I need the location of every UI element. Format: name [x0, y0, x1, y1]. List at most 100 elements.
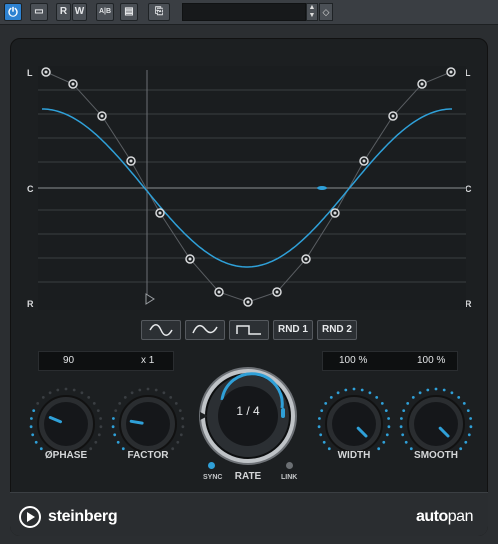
knob-ring-dot [450, 391, 454, 395]
knob-ring-dot [402, 409, 406, 412]
knob-ring-dot [387, 417, 390, 420]
knob-ring-dot [411, 396, 415, 399]
factor-value[interactable]: x 1 [141, 352, 154, 370]
knob-ring-dot [178, 409, 182, 412]
sync-led[interactable] [208, 462, 215, 469]
knob-ring-dot [72, 388, 76, 392]
knob-ring-dot [384, 409, 388, 412]
knob-ring-dot [96, 409, 100, 412]
preset-stepper[interactable]: ▲ ▼ [306, 3, 318, 21]
preset-menu-button[interactable]: ◇ [319, 3, 333, 21]
knob-ring-dot [352, 387, 356, 391]
knob-ring-dot [56, 388, 60, 392]
knob-ring-dot [112, 417, 115, 420]
control-point-center [188, 257, 192, 261]
knob-ring-dot [469, 417, 472, 420]
knob-ring-dot [162, 391, 166, 395]
knob-ring-dot [406, 402, 410, 405]
knob-ring-dot [462, 402, 466, 405]
knob-ring-dot [401, 433, 405, 437]
control-point-center [391, 114, 395, 118]
knob-ring-dot [418, 391, 422, 395]
control-point-center [158, 211, 162, 215]
knob-ring-dot [467, 433, 471, 437]
control-point-center [44, 70, 48, 74]
factor-label: FACTOR [127, 450, 169, 461]
knob-ring-dot [464, 440, 468, 444]
product-name-a: auto [416, 508, 448, 525]
ab-compare-button[interactable]: A|B [96, 3, 114, 21]
control-point-center [246, 300, 250, 304]
knob-ring-dot [130, 391, 134, 395]
triangle-wave-icon [192, 324, 218, 334]
triangle-wave-button[interactable] [185, 320, 225, 340]
knob-ring-dot [154, 388, 158, 392]
factor-knob-indicator [129, 419, 144, 425]
bypass-button[interactable]: ▭ [30, 3, 48, 21]
width-value[interactable]: 100 % [339, 352, 367, 370]
knob-ring-dot [97, 433, 101, 437]
knob-ring-dot [113, 433, 117, 437]
control-point-center [129, 159, 133, 163]
knob-ring-dot [99, 417, 102, 420]
diamond-icon: ◇ [322, 7, 330, 17]
down-arrow-icon: ▼ [308, 12, 316, 19]
knob-ring-dot [318, 417, 321, 420]
steinberg-logo-icon [19, 506, 41, 528]
link-led[interactable] [286, 462, 293, 469]
control-point-center [217, 290, 221, 294]
read-automation-button[interactable]: R [56, 3, 71, 21]
plugin-toolbar: ⏻ ▭ R W A|B ▤ ⎘ ▲ ▼ ◇ [0, 0, 498, 25]
knob-ring-dot [400, 417, 403, 420]
control-point-center [71, 82, 75, 86]
knob-ring-dot [324, 402, 328, 405]
sync-label: SYNC [203, 474, 223, 481]
left-label-r: R [27, 299, 34, 309]
copy-settings-button[interactable]: ▤ [120, 3, 138, 21]
knob-ring-dot [118, 402, 122, 405]
knob-ring-dot [36, 402, 40, 405]
phase-value[interactable]: 90 [63, 352, 74, 370]
control-point-center [275, 290, 279, 294]
random-1-button[interactable]: RND 1 [273, 320, 313, 340]
knob-ring-dot [181, 425, 185, 429]
knob-ring-dot [174, 402, 178, 405]
control-point-center [100, 114, 104, 118]
knob-ring-dot [426, 388, 430, 392]
position-marker [317, 186, 327, 190]
knob-ring-dot [48, 391, 52, 395]
knob-ring-dot [344, 388, 348, 392]
knob-ring-dot [375, 396, 379, 399]
knob-ring-dot [329, 396, 333, 399]
sine-wave-button[interactable] [141, 320, 181, 340]
knob-ring-dot [80, 391, 84, 395]
product-name: autopan [416, 508, 473, 526]
preset-name-field[interactable] [182, 3, 306, 21]
knob-ring-dot [32, 409, 36, 412]
knob-ring-dot [404, 440, 408, 444]
knob-ring-dot [92, 402, 96, 405]
knob-ring-dot [179, 433, 183, 437]
knob-ring-dot [368, 391, 372, 395]
preset-io-icon: ⎘ [155, 6, 163, 17]
knob-ring-dot [64, 387, 68, 391]
pan-curve-graph[interactable] [38, 66, 466, 310]
width-label: WIDTH [337, 450, 371, 461]
knob-ring-dot [442, 388, 446, 392]
square-wave-button[interactable] [229, 320, 269, 340]
smooth-value[interactable]: 100 % [417, 352, 445, 370]
write-automation-button[interactable]: W [72, 3, 87, 21]
random-2-button[interactable]: RND 2 [317, 320, 357, 340]
knob-ring-dot [116, 440, 120, 444]
knob-ring-dot [111, 425, 115, 429]
control-point-center [333, 211, 337, 215]
knob-ring-dot [29, 425, 33, 429]
knob-ring-dot [387, 425, 391, 429]
knob-ring-dot [317, 425, 321, 429]
left-label-c: C [27, 184, 34, 194]
square-wave-icon [236, 325, 261, 335]
product-name-b: pan [447, 508, 474, 525]
preset-io-button[interactable]: ⎘ [148, 3, 170, 21]
power-button[interactable]: ⏻ [4, 3, 22, 21]
knob-ring-dot [99, 425, 103, 429]
